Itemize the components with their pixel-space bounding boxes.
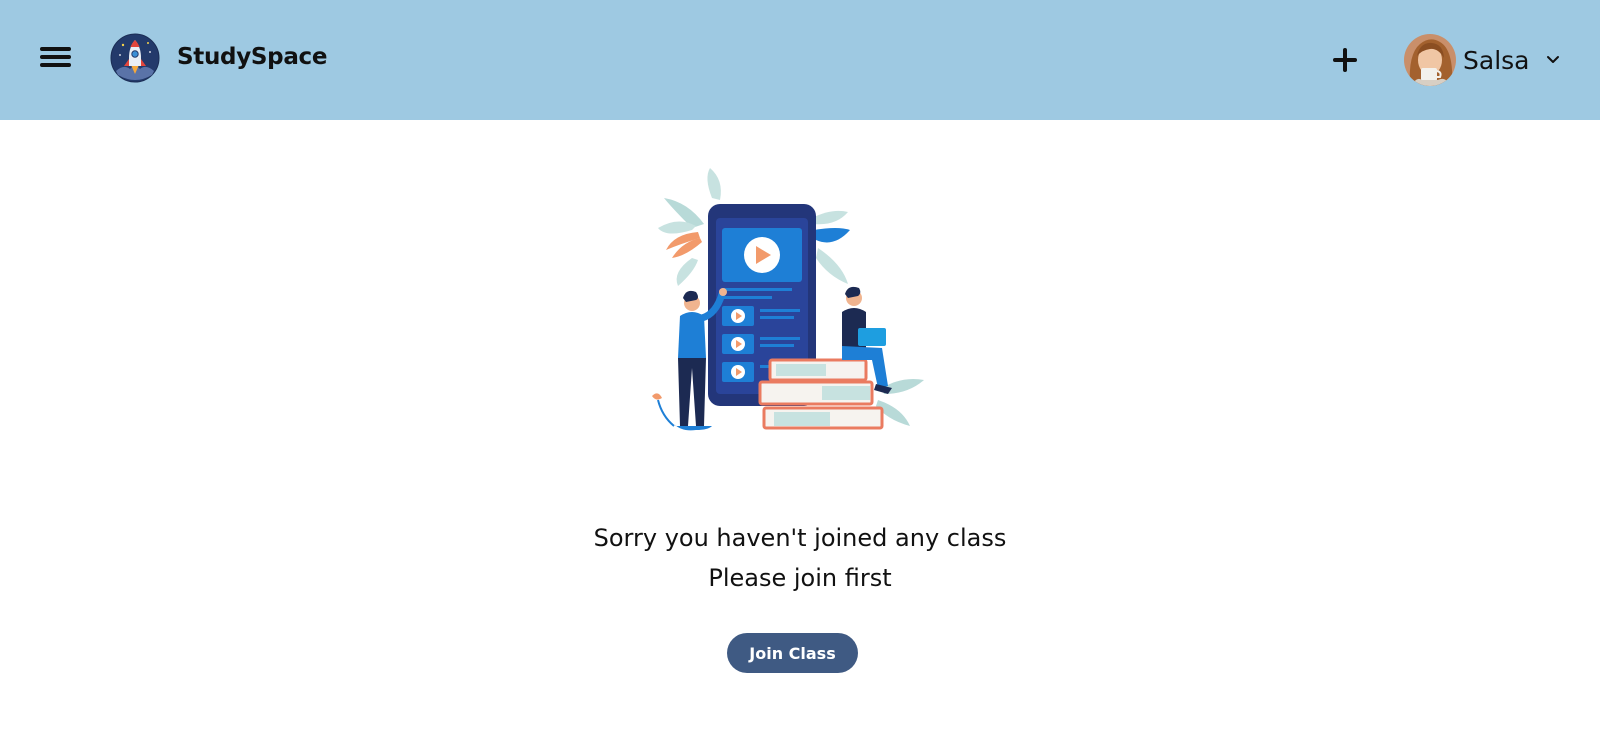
hamburger-menu-icon[interactable]: [38, 45, 72, 69]
brand-title: StudySpace: [177, 44, 328, 70]
user-name[interactable]: Salsa: [1463, 46, 1529, 75]
plus-icon[interactable]: [1330, 45, 1360, 75]
online-learning-illustration: [652, 168, 952, 440]
user-menu[interactable]: Salsa: [1404, 34, 1574, 86]
chevron-down-icon[interactable]: [1545, 51, 1561, 67]
empty-state-submessage: Please join first: [708, 564, 892, 592]
join-class-button[interactable]: Join Class: [727, 633, 858, 673]
rocket-logo-icon[interactable]: [110, 33, 160, 83]
empty-state-message: Sorry you haven't joined any class: [593, 524, 1007, 552]
user-avatar[interactable]: [1404, 34, 1456, 86]
top-app-bar: StudySpace Salsa: [0, 0, 1600, 120]
